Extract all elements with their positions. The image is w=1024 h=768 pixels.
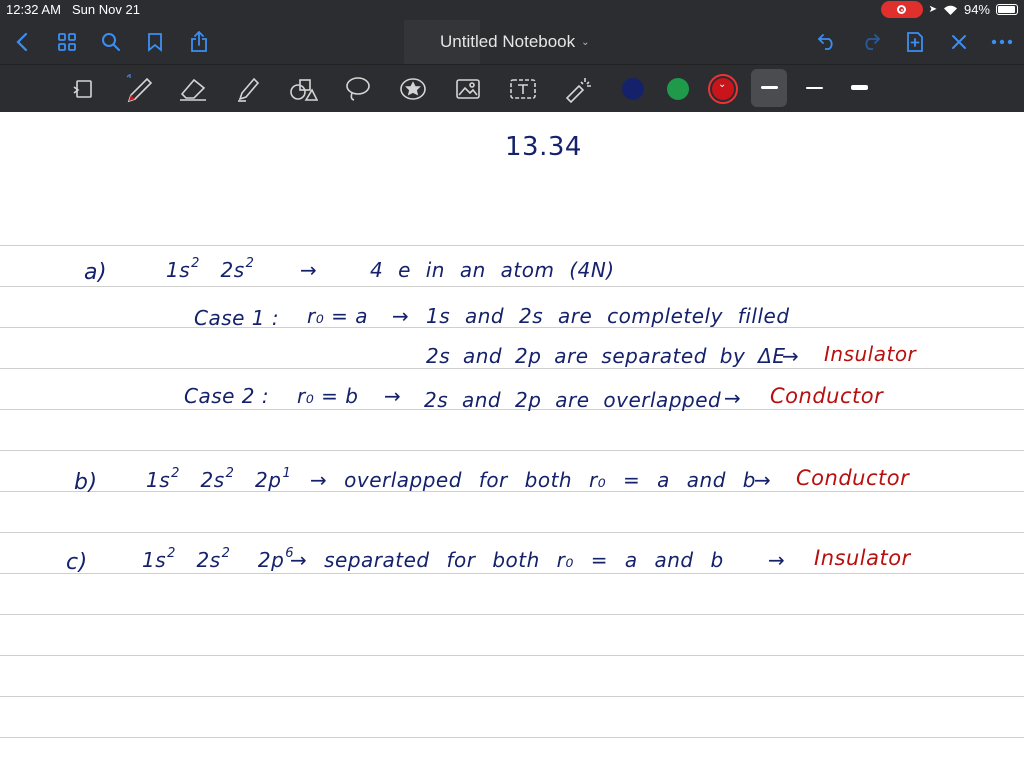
more-icon[interactable] (988, 20, 1016, 64)
ruled-line (0, 286, 1024, 287)
lasso-icon[interactable] (338, 69, 378, 109)
part-a-desc: 4 e in an atom (4N) (370, 258, 615, 282)
undo-icon[interactable] (814, 20, 840, 64)
sticker-icon[interactable] (393, 69, 433, 109)
nav-bar: Untitled Notebook ⌄ (0, 20, 1024, 72)
case2-r: r₀ = b (297, 384, 359, 408)
laser-pointer-icon[interactable] (558, 69, 598, 109)
case2-result: Conductor (770, 384, 884, 408)
redo-icon[interactable] (858, 20, 884, 64)
ruled-line (0, 655, 1024, 656)
part-b-config: 1s2 2s2 2p1 (146, 466, 292, 492)
note-title: 13.34 (505, 132, 582, 162)
thickness-thin-option[interactable] (806, 87, 823, 89)
close-icon[interactable] (946, 20, 972, 64)
tool-bar: ⌄ (0, 64, 1024, 113)
case2-arrow2: → (724, 386, 742, 410)
status-time: 12:32 AM (6, 2, 61, 17)
part-c-arrow: → (768, 548, 786, 572)
wifi-icon (943, 5, 957, 15)
screen-recording-indicator (880, 1, 923, 18)
part-c-label: c) (66, 550, 88, 575)
part-b-label: b) (74, 470, 98, 495)
shapes-icon[interactable] (283, 69, 323, 109)
bookmark-icon[interactable] (142, 20, 168, 64)
highlighter-icon[interactable] (228, 69, 268, 109)
ruled-line (0, 696, 1024, 697)
part-b-result: Conductor (796, 466, 910, 490)
eraser-icon[interactable] (173, 69, 213, 109)
part-b-arrow: → (754, 468, 772, 492)
back-chevron-icon[interactable] (8, 20, 36, 64)
notebook-page[interactable]: 13.34 a) 1s2 2s2 → 4 e in an atom (4N) C… (0, 112, 1024, 768)
case1-r: r₀ = a (307, 304, 368, 328)
case2-arrow: → (384, 384, 402, 408)
ruled-line (0, 573, 1024, 574)
case1-line1: 1s and 2s are completely filled (426, 304, 790, 328)
share-icon[interactable] (186, 20, 212, 64)
ruled-line (0, 737, 1024, 738)
case1-line2: 2s and 2p are separated by ΔE (426, 344, 786, 368)
thickness-medium-option[interactable] (761, 86, 778, 89)
grid-icon[interactable] (54, 20, 80, 64)
part-a-arrow: → (300, 258, 318, 282)
ruled-line (0, 450, 1024, 451)
search-icon[interactable] (98, 20, 124, 64)
part-a-label: a) (84, 260, 108, 285)
text-icon[interactable] (503, 69, 543, 109)
case1-arrow2: → (782, 344, 800, 368)
part-c-desc: → separated for both r₀ = a and b (290, 548, 724, 572)
case1-arrow: → (392, 304, 410, 328)
part-c-config: 1s2 2s2 2p6 (142, 546, 295, 572)
battery-percent: 94% (963, 2, 990, 17)
chevron-down-icon: ⌄ (581, 36, 590, 48)
color-red-swatch[interactable]: ⌄ (708, 74, 738, 104)
color-green-swatch[interactable] (667, 78, 689, 100)
chevron-down-icon: ⌄ (718, 79, 727, 90)
notebook-title-button[interactable]: Untitled Notebook ⌄ (440, 20, 590, 64)
case1-label: Case 1 : (194, 306, 280, 330)
page-layout-icon[interactable] (63, 69, 103, 109)
add-page-icon[interactable] (902, 20, 928, 64)
thickness-thick-option[interactable] (851, 85, 868, 90)
ruled-line (0, 368, 1024, 369)
pen-icon[interactable] (118, 69, 158, 109)
ruled-line (0, 245, 1024, 246)
part-a-config: 1s2 2s2 (166, 256, 255, 282)
part-b-desc: → overlapped for both r₀ = a and b (310, 468, 756, 492)
status-right: ➤ 94% (880, 1, 1018, 18)
record-icon (897, 5, 907, 14)
status-date: Sun Nov 21 (72, 2, 140, 17)
image-icon[interactable] (448, 69, 488, 109)
status-bar: 12:32 AM Sun Nov 21 ➤ 94% (0, 0, 1024, 20)
location-icon: ➤ (928, 4, 937, 15)
battery-icon (996, 4, 1018, 15)
ruled-line (0, 614, 1024, 615)
case2-desc: 2s and 2p are overlapped (424, 388, 722, 412)
notebook-title: Untitled Notebook (440, 32, 576, 51)
ruled-line (0, 532, 1024, 533)
case2-label: Case 2 : (184, 384, 270, 408)
color-navy-swatch[interactable] (622, 78, 644, 100)
case1-result: Insulator (824, 342, 917, 366)
part-c-result: Insulator (814, 546, 911, 570)
